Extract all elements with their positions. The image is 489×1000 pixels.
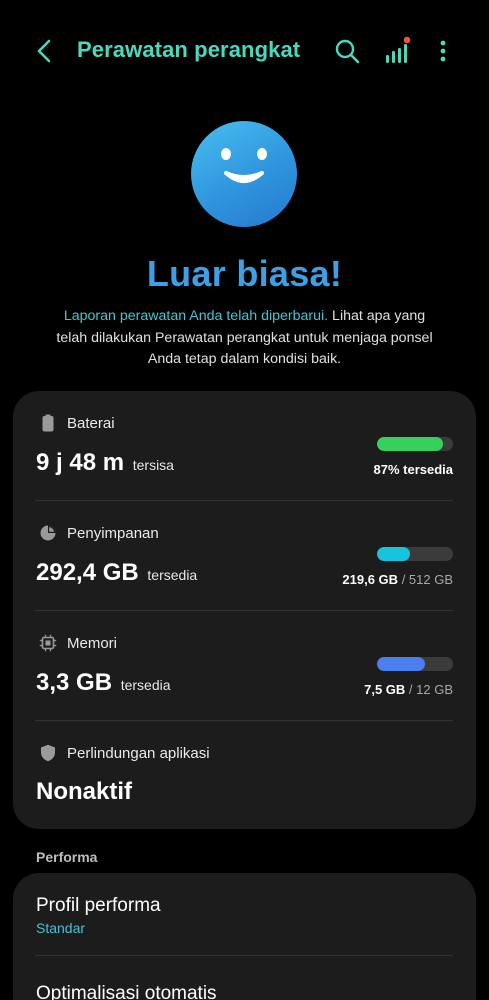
battery-progress-fill	[377, 437, 444, 451]
report-updated-link[interactable]: Laporan perawatan Anda telah diperbarui.	[64, 308, 328, 324]
storage-progress-bar	[377, 547, 453, 561]
memory-progress-fill	[377, 657, 425, 671]
storage-progress-fill	[377, 547, 410, 561]
memory-value: 3,3 GB tersedia	[36, 669, 171, 696]
chevron-left-icon[interactable]	[30, 36, 60, 66]
storage-value: 292,4 GB tersedia	[36, 559, 198, 586]
section-title-performance: Performa	[36, 849, 98, 865]
auto-optimization-title: Optimalisasi otomatis	[36, 983, 217, 1000]
status-card: Baterai 9 j 48 m tersisa 87% tersedia Pe…	[13, 391, 476, 829]
performance-card: Profil performa Standar Optimalisasi oto…	[13, 873, 476, 1000]
app-bar: Perawatan perangkat	[0, 0, 489, 104]
battery-icon	[42, 414, 54, 432]
storage-item[interactable]: Penyimpanan 292,4 GB tersedia 219,6 GB /…	[13, 501, 476, 611]
performance-profile-row[interactable]: Profil performa Standar	[13, 873, 476, 955]
desc-line3: Anda tetap dalam kondisi baik.	[147, 351, 342, 367]
smiley-face-icon	[191, 121, 297, 227]
app-protection-label: Perlindungan aplikasi	[67, 745, 210, 762]
status-headline: Luar biasa!	[146, 253, 343, 294]
storage-pie-icon	[40, 525, 56, 541]
storage-label: Penyimpanan	[67, 525, 159, 542]
battery-value: 9 j 48 m tersisa	[36, 449, 174, 476]
battery-label: Baterai	[67, 415, 115, 432]
more-vertical-icon[interactable]	[432, 36, 454, 66]
memory-item[interactable]: Memori 3,3 GB tersedia 7,5 GB / 12 GB	[13, 611, 476, 721]
desc-line1-rest: Lihat apa yang	[328, 308, 426, 324]
shield-icon	[41, 744, 55, 762]
battery-item[interactable]: Baterai 9 j 48 m tersisa 87% tersedia	[13, 391, 476, 501]
desc-line2: telah dilakukan Perawatan perangkat untu…	[56, 329, 433, 346]
memory-label: Memori	[67, 635, 118, 652]
battery-stat: 87% tersedia	[373, 462, 454, 477]
page-title: Perawatan perangkat	[77, 37, 301, 62]
signal-bars-icon[interactable]	[383, 36, 413, 66]
memory-stat: 7,5 GB / 12 GB	[364, 682, 453, 697]
memory-progress-bar	[377, 657, 453, 671]
app-protection-value: Nonaktif	[36, 778, 132, 805]
performance-profile-value: Standar	[36, 920, 86, 936]
battery-progress-bar	[377, 437, 453, 451]
storage-stat: 219,6 GB / 512 GB	[342, 572, 453, 587]
search-icon[interactable]	[333, 37, 361, 65]
auto-optimization-row[interactable]: Optimalisasi otomatis	[13, 956, 476, 1000]
performance-profile-title: Profil performa	[36, 895, 161, 916]
memory-chip-icon	[39, 634, 57, 652]
app-protection-item[interactable]: Perlindungan aplikasi Nonaktif	[13, 721, 476, 831]
report-description: Laporan perawatan Anda telah diperbarui.…	[34, 306, 455, 371]
